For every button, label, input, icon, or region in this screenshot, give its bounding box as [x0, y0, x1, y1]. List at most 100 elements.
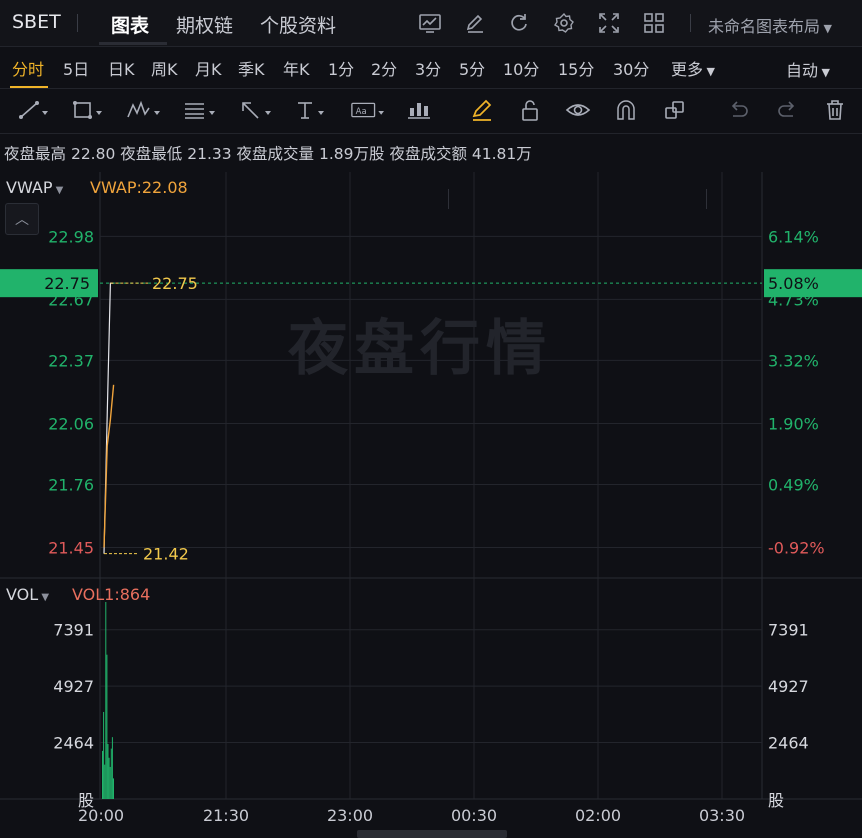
- vwap-indicator-dropdown[interactable]: VWAP ▼: [6, 178, 63, 197]
- divider: [77, 14, 78, 32]
- scale-mode-dropdown[interactable]: 自动 ▼: [786, 57, 830, 81]
- night-volume-value: 1.89万股: [318, 145, 385, 163]
- trash-icon[interactable]: [818, 96, 852, 124]
- x-tick-label: 02:00: [575, 806, 621, 825]
- fib-icon[interactable]: [182, 96, 216, 124]
- text-icon[interactable]: [294, 96, 328, 124]
- note-icon[interactable]: Aa: [350, 96, 384, 124]
- volume-tick-label: 4927: [53, 677, 94, 696]
- volume-unit-label: 股: [78, 791, 94, 810]
- volume-bar: [108, 757, 110, 799]
- volume-tick-label-right: 2464: [768, 734, 809, 753]
- time-scrollbar[interactable]: [357, 830, 507, 838]
- volume-bar: [113, 778, 114, 799]
- period-quarter[interactable]: 季K: [238, 56, 265, 80]
- magnet-icon[interactable]: [609, 96, 643, 124]
- percent-tick-label: 4.73%: [768, 290, 819, 309]
- volume-bar: [102, 750, 103, 799]
- percent-tick-label: 1.90%: [768, 414, 819, 433]
- night-session-summary: 夜盘最高 22.80 夜盘最低 21.33 夜盘成交量 1.89万股 夜盘成交额…: [4, 142, 532, 164]
- top-bar: SBET 图表 期权链 个股资料 未命名图表布局 ▼: [0, 0, 862, 47]
- grid-layout-icon[interactable]: [641, 10, 667, 36]
- layout-name-label: 未命名图表布局: [708, 17, 821, 36]
- highlighter-icon[interactable]: [465, 96, 499, 124]
- chevron-up-icon: ︿: [15, 212, 29, 228]
- period-3min[interactable]: 3分: [415, 56, 441, 80]
- volume-bar: [106, 654, 108, 799]
- price-tick-label: 21.45: [48, 539, 94, 558]
- percent-tick-label: 3.32%: [768, 351, 819, 370]
- volume-bar: [111, 737, 113, 799]
- tab-stock-profile[interactable]: 个股资料: [260, 11, 336, 38]
- night-amount-label: 夜盘成交额: [389, 145, 467, 163]
- x-tick-label: 23:00: [327, 806, 373, 825]
- percent-tick-label: 0.49%: [768, 475, 819, 494]
- night-low-label: 夜盘最低: [120, 145, 183, 163]
- fullscreen-icon[interactable]: [596, 10, 622, 36]
- volume-bar: [109, 766, 111, 799]
- volume-value: VOL1:864: [72, 585, 151, 604]
- volume-tick-label: 7391: [53, 621, 94, 640]
- layers-icon[interactable]: [658, 96, 692, 124]
- pencil-edit-icon[interactable]: [462, 10, 488, 36]
- pattern-icon[interactable]: [126, 96, 160, 124]
- tab-options-chain[interactable]: 期权链: [176, 11, 233, 38]
- period-5min[interactable]: 5分: [459, 56, 485, 80]
- period-day[interactable]: 日K: [108, 56, 135, 80]
- period-15min[interactable]: 15分: [558, 56, 594, 80]
- volume-tick-label-right: 7391: [768, 621, 809, 640]
- volume-indicator-dropdown[interactable]: VOL ▼: [6, 585, 49, 604]
- rectangle-icon[interactable]: [70, 96, 104, 124]
- percent-tick-label: -0.92%: [768, 539, 825, 558]
- trend-line-icon[interactable]: [16, 96, 50, 124]
- current-percent-tag-label: 5.08%: [768, 274, 819, 293]
- volume-bar: [103, 711, 105, 799]
- period-5day[interactable]: 5日: [63, 56, 89, 80]
- period-more[interactable]: 更多 ▼: [671, 56, 715, 80]
- period-month[interactable]: 月K: [195, 56, 222, 80]
- divider: [690, 14, 691, 32]
- volume-bar: [107, 744, 109, 799]
- percent-tick-label: 6.14%: [768, 227, 819, 246]
- price-tick-label: 22.37: [48, 351, 94, 370]
- period-intraday[interactable]: 分时: [12, 56, 44, 80]
- refresh-icon[interactable]: [506, 10, 532, 36]
- lock-icon[interactable]: [513, 96, 547, 124]
- collapse-panel-button[interactable]: ︿: [5, 203, 39, 235]
- settings-gear-icon[interactable]: [551, 10, 577, 36]
- period-year[interactable]: 年K: [283, 56, 310, 80]
- volume-bar: [104, 764, 106, 799]
- undo-icon[interactable]: [722, 96, 756, 124]
- night-high-value: 22.80: [70, 145, 116, 163]
- eye-icon[interactable]: [561, 96, 595, 124]
- chart-grid: [0, 172, 862, 800]
- caret-down-icon: ▼: [38, 592, 50, 603]
- night-low-value: 21.33: [187, 145, 232, 163]
- caret-down-icon: ▼: [820, 22, 832, 35]
- layout-dropdown[interactable]: 未命名图表布局 ▼: [708, 13, 832, 37]
- svg-text:Aa: Aa: [356, 107, 367, 117]
- intraday-chart[interactable]: 20:00 21:30 23:00 00:30 02:00 03:3022.98 6.14%…: [0, 172, 862, 838]
- x-tick-label: 03:30: [699, 806, 745, 825]
- low-marker-label: 21.42: [143, 545, 189, 564]
- price-tick-label: 21.76: [48, 475, 94, 494]
- vwap-value: VWAP:22.08: [90, 178, 188, 197]
- night-amount-value: 41.81万: [471, 145, 532, 163]
- period-30min[interactable]: 30分: [613, 56, 649, 80]
- measure-icon[interactable]: [402, 96, 436, 124]
- redo-icon[interactable]: [770, 96, 804, 124]
- period-week[interactable]: 周K: [151, 56, 178, 80]
- period-1min[interactable]: 1分: [328, 56, 354, 80]
- scale-mode-label: 自动: [786, 61, 819, 80]
- tab-chart[interactable]: 图表: [111, 11, 149, 38]
- volume-tick-label: 2464: [53, 734, 94, 753]
- caret-down-icon: ▼: [52, 185, 64, 196]
- price-tick-label: 22.98: [48, 227, 94, 246]
- arrow-icon[interactable]: [238, 96, 272, 124]
- price-tick-label: 22.06: [48, 414, 94, 433]
- watermark: 夜盘行情: [288, 314, 552, 384]
- period-2min[interactable]: 2分: [371, 56, 397, 80]
- period-10min[interactable]: 10分: [503, 56, 539, 80]
- chart-template-icon[interactable]: [417, 10, 443, 36]
- symbol-title[interactable]: SBET: [12, 11, 61, 33]
